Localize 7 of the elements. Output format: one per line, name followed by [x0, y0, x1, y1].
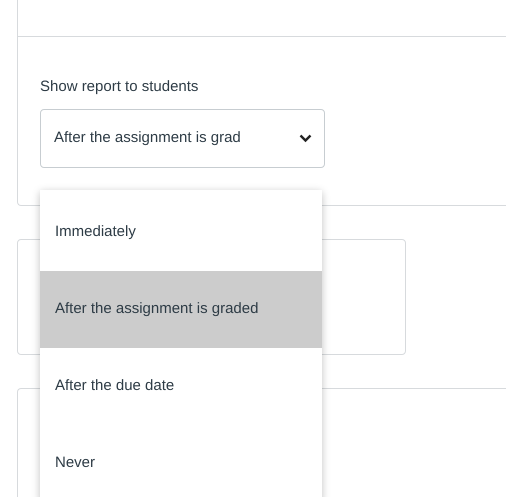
- select-field[interactable]: After the assignment is grad: [40, 109, 325, 168]
- dropdown-option[interactable]: After the assignment is graded: [40, 271, 322, 348]
- dropdown-option[interactable]: Immediately: [40, 194, 322, 271]
- field-label: Show report to students: [40, 77, 198, 97]
- dropdown-option[interactable]: Never: [40, 425, 322, 497]
- dropdown-option[interactable]: After the due date: [40, 348, 322, 425]
- chevron-down-icon: [299, 134, 312, 143]
